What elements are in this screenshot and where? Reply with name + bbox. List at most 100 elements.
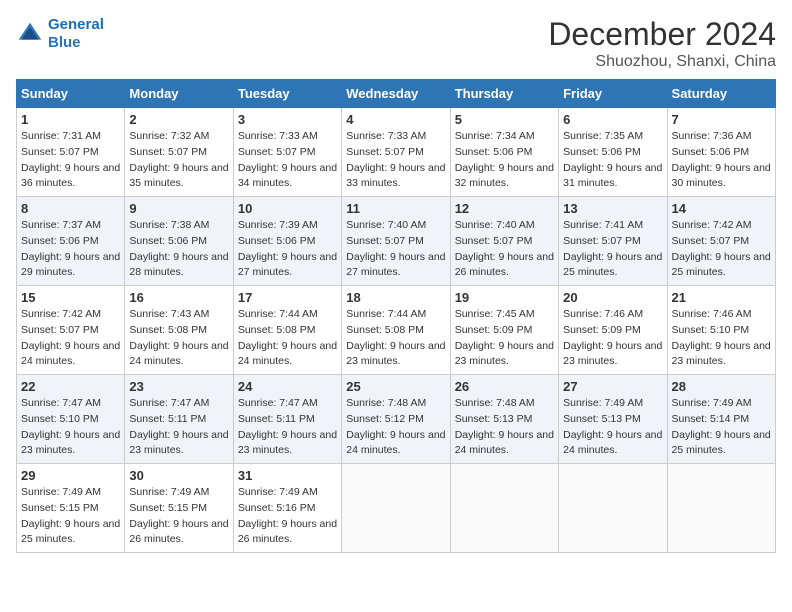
day-info: Sunrise: 7:38 AM Sunset: 5:06 PM Dayligh… [129, 218, 228, 281]
day-info: Sunrise: 7:49 AM Sunset: 5:14 PM Dayligh… [672, 396, 771, 459]
calendar-cell: 19 Sunrise: 7:45 AM Sunset: 5:09 PM Dayl… [450, 286, 558, 375]
day-number: 20 [563, 290, 662, 305]
calendar-cell: 10 Sunrise: 7:39 AM Sunset: 5:06 PM Dayl… [233, 197, 341, 286]
logo-text: General Blue [48, 16, 104, 52]
day-number: 27 [563, 379, 662, 394]
calendar-cell: 4 Sunrise: 7:33 AM Sunset: 5:07 PM Dayli… [342, 108, 450, 197]
day-info: Sunrise: 7:45 AM Sunset: 5:09 PM Dayligh… [455, 307, 554, 370]
calendar-cell: 3 Sunrise: 7:33 AM Sunset: 5:07 PM Dayli… [233, 108, 341, 197]
day-info: Sunrise: 7:47 AM Sunset: 5:10 PM Dayligh… [21, 396, 120, 459]
day-number: 26 [455, 379, 554, 394]
day-number: 19 [455, 290, 554, 305]
calendar-cell: 7 Sunrise: 7:36 AM Sunset: 5:06 PM Dayli… [667, 108, 775, 197]
day-info: Sunrise: 7:47 AM Sunset: 5:11 PM Dayligh… [238, 396, 337, 459]
day-info: Sunrise: 7:40 AM Sunset: 5:07 PM Dayligh… [455, 218, 554, 281]
calendar-cell: 20 Sunrise: 7:46 AM Sunset: 5:09 PM Dayl… [559, 286, 667, 375]
calendar-cell: 21 Sunrise: 7:46 AM Sunset: 5:10 PM Dayl… [667, 286, 775, 375]
calendar-cell: 18 Sunrise: 7:44 AM Sunset: 5:08 PM Dayl… [342, 286, 450, 375]
calendar-cell: 31 Sunrise: 7:49 AM Sunset: 5:16 PM Dayl… [233, 464, 341, 553]
day-number: 15 [21, 290, 120, 305]
day-number: 23 [129, 379, 228, 394]
calendar-cell: 29 Sunrise: 7:49 AM Sunset: 5:15 PM Dayl… [17, 464, 125, 553]
day-info: Sunrise: 7:34 AM Sunset: 5:06 PM Dayligh… [455, 129, 554, 192]
calendar-cell: 27 Sunrise: 7:49 AM Sunset: 5:13 PM Dayl… [559, 375, 667, 464]
col-wednesday: Wednesday [342, 80, 450, 108]
day-number: 30 [129, 468, 228, 483]
calendar-cell: 24 Sunrise: 7:47 AM Sunset: 5:11 PM Dayl… [233, 375, 341, 464]
calendar-cell: 28 Sunrise: 7:49 AM Sunset: 5:14 PM Dayl… [667, 375, 775, 464]
day-info: Sunrise: 7:48 AM Sunset: 5:12 PM Dayligh… [346, 396, 445, 459]
day-number: 11 [346, 201, 445, 216]
day-number: 8 [21, 201, 120, 216]
calendar-cell: 25 Sunrise: 7:48 AM Sunset: 5:12 PM Dayl… [342, 375, 450, 464]
calendar-cell [559, 464, 667, 553]
calendar-cell [667, 464, 775, 553]
calendar-cell: 23 Sunrise: 7:47 AM Sunset: 5:11 PM Dayl… [125, 375, 233, 464]
calendar-table: Sunday Monday Tuesday Wednesday Thursday… [16, 79, 776, 553]
day-number: 3 [238, 112, 337, 127]
day-number: 18 [346, 290, 445, 305]
col-tuesday: Tuesday [233, 80, 341, 108]
calendar-cell: 5 Sunrise: 7:34 AM Sunset: 5:06 PM Dayli… [450, 108, 558, 197]
calendar-cell: 11 Sunrise: 7:40 AM Sunset: 5:07 PM Dayl… [342, 197, 450, 286]
page-header: General Blue December 2024 Shuozhou, Sha… [16, 16, 776, 71]
calendar-cell: 8 Sunrise: 7:37 AM Sunset: 5:06 PM Dayli… [17, 197, 125, 286]
calendar-cell: 2 Sunrise: 7:32 AM Sunset: 5:07 PM Dayli… [125, 108, 233, 197]
calendar-cell: 12 Sunrise: 7:40 AM Sunset: 5:07 PM Dayl… [450, 197, 558, 286]
calendar-cell: 14 Sunrise: 7:42 AM Sunset: 5:07 PM Dayl… [667, 197, 775, 286]
day-number: 22 [21, 379, 120, 394]
col-thursday: Thursday [450, 80, 558, 108]
logo: General Blue [16, 16, 104, 52]
col-monday: Monday [125, 80, 233, 108]
day-info: Sunrise: 7:33 AM Sunset: 5:07 PM Dayligh… [346, 129, 445, 192]
day-number: 14 [672, 201, 771, 216]
day-info: Sunrise: 7:48 AM Sunset: 5:13 PM Dayligh… [455, 396, 554, 459]
day-number: 10 [238, 201, 337, 216]
logo-icon [16, 20, 44, 48]
day-number: 21 [672, 290, 771, 305]
calendar-header-row: Sunday Monday Tuesday Wednesday Thursday… [17, 80, 776, 108]
calendar-cell: 17 Sunrise: 7:44 AM Sunset: 5:08 PM Dayl… [233, 286, 341, 375]
day-number: 7 [672, 112, 771, 127]
day-number: 31 [238, 468, 337, 483]
day-info: Sunrise: 7:36 AM Sunset: 5:06 PM Dayligh… [672, 129, 771, 192]
day-number: 25 [346, 379, 445, 394]
day-info: Sunrise: 7:41 AM Sunset: 5:07 PM Dayligh… [563, 218, 662, 281]
col-saturday: Saturday [667, 80, 775, 108]
day-info: Sunrise: 7:39 AM Sunset: 5:06 PM Dayligh… [238, 218, 337, 281]
day-info: Sunrise: 7:40 AM Sunset: 5:07 PM Dayligh… [346, 218, 445, 281]
day-info: Sunrise: 7:44 AM Sunset: 5:08 PM Dayligh… [238, 307, 337, 370]
day-number: 28 [672, 379, 771, 394]
day-info: Sunrise: 7:49 AM Sunset: 5:15 PM Dayligh… [21, 485, 120, 548]
day-number: 17 [238, 290, 337, 305]
day-number: 12 [455, 201, 554, 216]
calendar-cell: 22 Sunrise: 7:47 AM Sunset: 5:10 PM Dayl… [17, 375, 125, 464]
day-info: Sunrise: 7:47 AM Sunset: 5:11 PM Dayligh… [129, 396, 228, 459]
day-info: Sunrise: 7:44 AM Sunset: 5:08 PM Dayligh… [346, 307, 445, 370]
day-info: Sunrise: 7:33 AM Sunset: 5:07 PM Dayligh… [238, 129, 337, 192]
day-info: Sunrise: 7:49 AM Sunset: 5:15 PM Dayligh… [129, 485, 228, 548]
day-info: Sunrise: 7:43 AM Sunset: 5:08 PM Dayligh… [129, 307, 228, 370]
col-friday: Friday [559, 80, 667, 108]
calendar-cell: 13 Sunrise: 7:41 AM Sunset: 5:07 PM Dayl… [559, 197, 667, 286]
day-number: 24 [238, 379, 337, 394]
month-title: December 2024 [548, 16, 776, 53]
day-info: Sunrise: 7:49 AM Sunset: 5:16 PM Dayligh… [238, 485, 337, 548]
day-number: 1 [21, 112, 120, 127]
day-number: 6 [563, 112, 662, 127]
col-sunday: Sunday [17, 80, 125, 108]
day-info: Sunrise: 7:32 AM Sunset: 5:07 PM Dayligh… [129, 129, 228, 192]
calendar-cell [450, 464, 558, 553]
day-number: 2 [129, 112, 228, 127]
day-number: 9 [129, 201, 228, 216]
day-info: Sunrise: 7:35 AM Sunset: 5:06 PM Dayligh… [563, 129, 662, 192]
calendar-cell: 15 Sunrise: 7:42 AM Sunset: 5:07 PM Dayl… [17, 286, 125, 375]
calendar-cell: 26 Sunrise: 7:48 AM Sunset: 5:13 PM Dayl… [450, 375, 558, 464]
day-info: Sunrise: 7:46 AM Sunset: 5:09 PM Dayligh… [563, 307, 662, 370]
day-info: Sunrise: 7:31 AM Sunset: 5:07 PM Dayligh… [21, 129, 120, 192]
day-number: 16 [129, 290, 228, 305]
location-subtitle: Shuozhou, Shanxi, China [548, 53, 776, 71]
day-number: 29 [21, 468, 120, 483]
title-area: December 2024 Shuozhou, Shanxi, China [548, 16, 776, 71]
day-info: Sunrise: 7:42 AM Sunset: 5:07 PM Dayligh… [672, 218, 771, 281]
